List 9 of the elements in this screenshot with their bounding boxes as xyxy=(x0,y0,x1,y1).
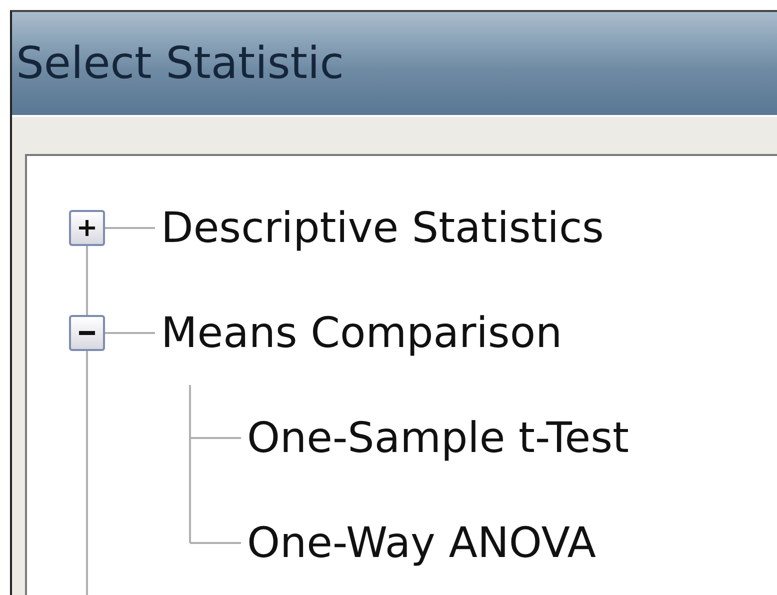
expander-button[interactable] xyxy=(69,314,105,350)
tree-item[interactable]: One-Way ANOVA xyxy=(233,518,596,567)
plus-icon xyxy=(79,220,95,236)
tree-item[interactable]: Means Comparison xyxy=(147,308,562,357)
expander-button[interactable] xyxy=(69,210,105,246)
minus-icon xyxy=(79,330,95,334)
window-title: Select Statistic xyxy=(16,38,344,89)
tree-item[interactable]: One-Sample t-Test xyxy=(233,413,629,462)
tree-item[interactable]: Descriptive Statistics xyxy=(147,203,604,252)
